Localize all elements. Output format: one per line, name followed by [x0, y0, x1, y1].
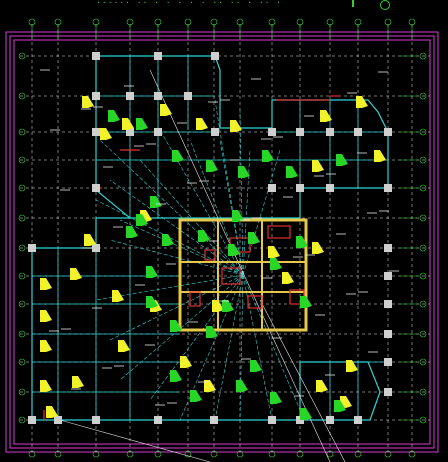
column	[354, 128, 362, 136]
reinforcement-area-tag	[236, 380, 242, 392]
rebar-annotation-tag	[312, 160, 318, 172]
column	[28, 416, 36, 424]
reinforcement-area-tag	[162, 234, 168, 246]
column	[154, 128, 162, 136]
reinforcement-area-tag	[206, 160, 212, 172]
column	[384, 358, 392, 366]
drawing-title-text: ······ ·· · · · · · ·· ·· · ·· ·	[96, 0, 283, 7]
axis-bubble-icon	[380, 0, 390, 10]
rebar-annotation-tag	[160, 104, 166, 116]
reinforcement-area-tag	[238, 166, 244, 178]
rebar-annotation-tag	[40, 380, 46, 392]
column	[326, 416, 334, 424]
rebar-annotation-tag	[122, 118, 128, 130]
reinforcement-area-tag	[228, 244, 234, 256]
reinforcement-area-tag	[248, 232, 254, 244]
reinforcement-area-tag	[150, 196, 156, 208]
reinforcement-area-tag	[300, 408, 306, 420]
title-marker-icon	[352, 0, 354, 7]
reinforcement-area-tag	[300, 296, 306, 308]
column	[268, 416, 276, 424]
column	[296, 128, 304, 136]
rebar-annotation-tag	[40, 310, 46, 322]
reinforcement-area-tag	[286, 166, 292, 178]
column	[210, 416, 218, 424]
column	[211, 128, 219, 136]
reinforcement-area-tag	[334, 400, 340, 412]
reinforcement-area-tag	[262, 150, 268, 162]
column	[92, 52, 100, 60]
reinforcement-area-tag	[250, 360, 256, 372]
column	[92, 128, 100, 136]
rebar-annotation-tag	[84, 234, 90, 246]
rebar-annotation-tag	[82, 96, 88, 108]
reinforcement-area-tag	[126, 226, 132, 238]
reinforcement-area-tag	[170, 320, 176, 332]
column	[154, 52, 162, 60]
rebar-annotation-tag	[112, 290, 118, 302]
reinforcement-area-tag	[108, 110, 114, 122]
reinforcement-area-tag	[146, 296, 152, 308]
reinforcement-area-tag	[270, 392, 276, 404]
column	[54, 416, 62, 424]
rebar-annotation-tag	[282, 272, 288, 284]
column	[384, 388, 392, 396]
reinforcement-area-tag	[270, 258, 276, 270]
rebar-annotation-tag	[230, 120, 236, 132]
reinforcement-area-tag	[206, 326, 212, 338]
column	[92, 184, 100, 192]
rebar-annotation-tag	[46, 406, 52, 418]
reinforcement-area-tag	[198, 230, 204, 242]
column	[384, 184, 392, 192]
column	[92, 416, 100, 424]
column	[28, 244, 36, 252]
reinforcement-area-tag	[222, 300, 228, 312]
rebar-annotation-tag	[196, 118, 202, 130]
column	[384, 128, 392, 136]
reinforcement-area-tag	[136, 214, 142, 226]
column	[154, 92, 162, 100]
rebar-annotation-tag	[268, 246, 274, 258]
reinforcement-area-tag	[172, 150, 178, 162]
column	[354, 416, 362, 424]
reinforcement-area-tag	[146, 266, 152, 278]
column	[384, 300, 392, 308]
column	[154, 416, 162, 424]
rebar-annotation-tag	[374, 150, 380, 162]
column	[326, 128, 334, 136]
column	[296, 184, 304, 192]
rebar-annotation-tag	[180, 356, 186, 368]
rebar-annotation-tag	[100, 128, 106, 140]
column	[268, 184, 276, 192]
column	[384, 330, 392, 338]
rebar-annotation-tag	[212, 300, 218, 312]
rebar-annotation-tag	[72, 376, 78, 388]
column	[268, 128, 276, 136]
column	[126, 92, 134, 100]
rebar-annotation-tag	[70, 268, 76, 280]
column	[211, 52, 219, 60]
rebar-annotation-tag	[346, 360, 352, 372]
structural-floor-plan[interactable]	[0, 0, 448, 462]
rebar-annotation-tag	[118, 340, 124, 352]
rebar-annotation-tag	[356, 96, 362, 108]
column	[384, 272, 392, 280]
rebar-annotation-tag	[316, 380, 322, 392]
column	[92, 92, 100, 100]
cad-canvas[interactable]: ······ ·· · · · · · ·· ·· · ·· ·	[0, 0, 448, 462]
reinforcement-area-tag	[170, 370, 176, 382]
column	[384, 244, 392, 252]
column	[92, 244, 100, 252]
column	[184, 92, 192, 100]
reinforcement-area-tag	[296, 236, 302, 248]
rebar-annotation-tag	[40, 278, 46, 290]
reinforcement-area-tag	[136, 118, 142, 130]
rebar-annotation-tag	[312, 242, 318, 254]
column	[326, 184, 334, 192]
rebar-annotation-tag	[40, 340, 46, 352]
reinforcement-area-tag	[232, 210, 238, 222]
rebar-annotation-tag	[320, 110, 326, 122]
reinforcement-area-tag	[190, 390, 196, 402]
reinforcement-area-tag	[336, 154, 342, 166]
